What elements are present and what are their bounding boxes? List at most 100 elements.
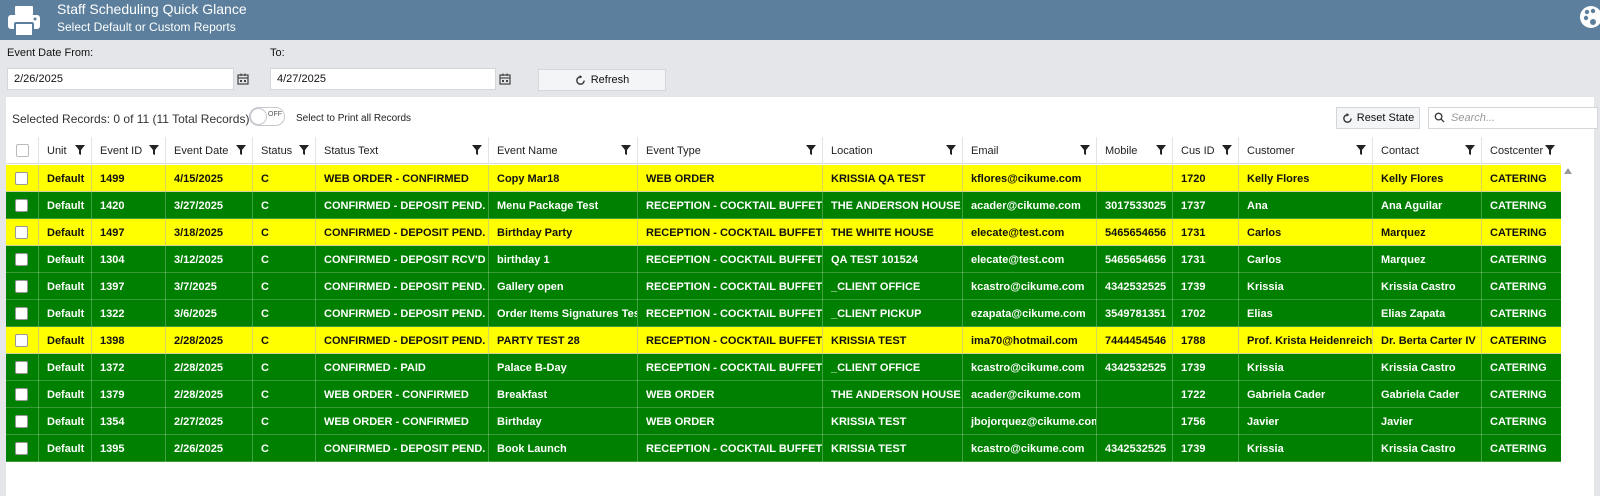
row-checkbox-cell[interactable] (6, 327, 38, 354)
table-cell: kcastro@cikume.com (962, 354, 1096, 381)
row-checkbox[interactable] (15, 334, 28, 347)
filter-icon[interactable] (149, 145, 159, 155)
select-all-checkbox-cell[interactable] (6, 137, 38, 164)
calendar-icon[interactable] (496, 68, 514, 90)
row-checkbox-cell[interactable] (6, 165, 38, 192)
table-cell: birthday 1 (488, 246, 637, 273)
row-checkbox-cell[interactable] (6, 300, 38, 327)
table-cell: 2/28/2025 (165, 327, 252, 354)
table-row[interactable]: Default 1398 2/28/2025 C CONFIRMED - DEPOSIT… (6, 327, 1561, 354)
filter-icon[interactable] (946, 145, 956, 155)
table-cell: 1720 (1172, 165, 1238, 192)
column-header[interactable]: Location (822, 137, 962, 164)
column-header[interactable]: Status Text (315, 137, 488, 164)
table-cell: CATERING (1481, 219, 1561, 246)
table-cell: RECEPTION - COCKTAIL BUFFET (637, 327, 822, 354)
select-all-checkbox[interactable] (16, 144, 29, 157)
column-header[interactable]: Event Name (488, 137, 637, 164)
table-cell: 3549781351 (1096, 300, 1172, 327)
row-checkbox-cell[interactable] (6, 408, 38, 435)
table-cell: CATERING (1481, 354, 1561, 381)
table-cell: CONFIRMED - DEPOSIT RCV'D (315, 246, 488, 273)
table-row[interactable]: Default 1379 2/28/2025 C WEB ORDER - CONFIRM… (6, 381, 1561, 408)
row-checkbox[interactable] (15, 199, 28, 212)
row-checkbox-cell[interactable] (6, 435, 38, 462)
filter-icon[interactable] (1356, 145, 1366, 155)
row-checkbox[interactable] (15, 415, 28, 428)
filter-icon[interactable] (1545, 145, 1555, 155)
date-from-input[interactable]: 2/26/2025 (7, 68, 234, 90)
column-header[interactable]: Cus ID (1172, 137, 1238, 164)
row-checkbox-cell[interactable] (6, 192, 38, 219)
column-header-label: Event Date (174, 144, 229, 157)
filter-icon[interactable] (299, 145, 309, 155)
column-header[interactable]: Status (252, 137, 315, 164)
row-checkbox[interactable] (15, 172, 28, 185)
search-input[interactable] (1451, 110, 1591, 126)
palette-icon[interactable] (1578, 4, 1600, 30)
printer-icon[interactable] (6, 4, 42, 38)
table-row[interactable]: Default 1397 3/7/2025 C CONFIRMED - DEPOSIT … (6, 273, 1561, 300)
column-header[interactable]: Mobile (1096, 137, 1172, 164)
table-row[interactable]: Default 1499 4/15/2025 C WEB ORDER - CONFIRM… (6, 165, 1561, 192)
column-header[interactable]: Costcenter (1481, 137, 1561, 164)
table-cell: C (252, 435, 315, 462)
row-checkbox-cell[interactable] (6, 246, 38, 273)
column-header[interactable]: Event ID (91, 137, 165, 164)
column-header[interactable]: Event Date (165, 137, 252, 164)
row-checkbox[interactable] (15, 226, 28, 239)
row-checkbox-cell[interactable] (6, 354, 38, 381)
table-cell: WEB ORDER (637, 381, 822, 408)
table-cell: 7444454546 (1096, 327, 1172, 354)
date-to-input[interactable]: 4/27/2025 (270, 68, 496, 90)
scroll-up-arrow[interactable] (1564, 168, 1572, 174)
filter-icon[interactable] (1222, 145, 1232, 155)
column-header[interactable]: Unit (38, 137, 91, 164)
table-cell: Kelly Flores (1238, 165, 1372, 192)
filter-icon[interactable] (1465, 145, 1475, 155)
table-cell: 1702 (1172, 300, 1238, 327)
column-header[interactable]: Event Type (637, 137, 822, 164)
filter-icon[interactable] (472, 145, 482, 155)
table-row[interactable]: Default 1304 3/12/2025 C CONFIRMED - DEPOSIT… (6, 246, 1561, 273)
table-cell: Gabriela Cader (1238, 381, 1372, 408)
row-checkbox[interactable] (15, 388, 28, 401)
table-cell: 1322 (91, 300, 165, 327)
row-checkbox[interactable] (15, 361, 28, 374)
row-checkbox[interactable] (15, 442, 28, 455)
table-row[interactable]: Default 1354 2/27/2025 C WEB ORDER - CONFIRM… (6, 408, 1561, 435)
filter-icon[interactable] (75, 145, 85, 155)
column-header[interactable]: Contact (1372, 137, 1481, 164)
table-cell: jbojorquez@cikume.com (962, 408, 1096, 435)
row-checkbox-cell[interactable] (6, 219, 38, 246)
calendar-icon[interactable] (234, 68, 252, 90)
filter-icon[interactable] (1080, 145, 1090, 155)
filter-icon[interactable] (236, 145, 246, 155)
table-row[interactable]: Default 1372 2/28/2025 C CONFIRMED - PAID Pal… (6, 354, 1561, 381)
row-checkbox[interactable] (15, 280, 28, 293)
vertical-scrollbar[interactable] (1561, 164, 1575, 496)
filter-icon[interactable] (1156, 145, 1166, 155)
filter-icon[interactable] (621, 145, 631, 155)
refresh-button[interactable]: Refresh (538, 69, 666, 91)
table-cell: _CLIENT PICKUP (822, 300, 962, 327)
table-cell: 4342532525 (1096, 273, 1172, 300)
filter-icon[interactable] (806, 145, 816, 155)
table-cell: WEB ORDER - CONFIRMED (315, 408, 488, 435)
row-checkbox-cell[interactable] (6, 273, 38, 300)
table-cell: Krissia (1238, 435, 1372, 462)
table-row[interactable]: Default 1395 2/26/2025 C CONFIRMED - DEPOSIT… (6, 435, 1561, 462)
reset-state-button[interactable]: Reset State (1336, 107, 1420, 129)
table-row[interactable]: Default 1322 3/6/2025 C CONFIRMED - DEPOSIT … (6, 300, 1561, 327)
row-checkbox[interactable] (15, 307, 28, 320)
row-checkbox[interactable] (15, 253, 28, 266)
table-row[interactable]: Default 1497 3/18/2025 C CONFIRMED - DEPOSIT… (6, 219, 1561, 246)
column-header[interactable]: Customer (1238, 137, 1372, 164)
row-checkbox-cell[interactable] (6, 381, 38, 408)
table-cell: Krissia (1238, 273, 1372, 300)
table-cell: Default (38, 408, 91, 435)
column-header[interactable]: Email (962, 137, 1096, 164)
print-all-toggle[interactable]: OFF (249, 107, 285, 126)
table-cell: kflores@cikume.com (962, 165, 1096, 192)
table-row[interactable]: Default 1420 3/27/2025 C CONFIRMED - DEPOSIT… (6, 192, 1561, 219)
